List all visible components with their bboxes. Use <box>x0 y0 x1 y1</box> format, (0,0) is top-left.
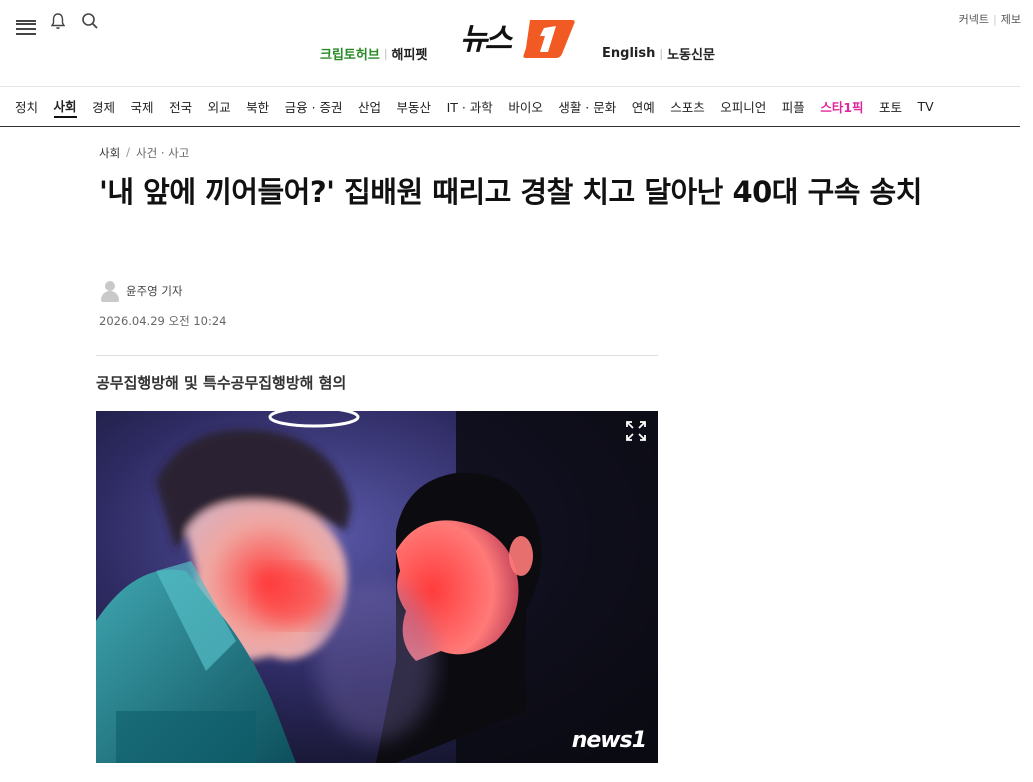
article-subtitle: 공무집행방해 및 특수공무집행방해 혐의 <box>96 374 347 392</box>
nav-item-star1pick[interactable]: 스타1픽 <box>820 97 863 116</box>
star1pick-label: 스타1픽 <box>820 100 864 115</box>
nav-item-photo[interactable]: 포토 <box>879 97 902 116</box>
nav-item-finance[interactable]: 금융 · 증권 <box>285 97 343 116</box>
divider <box>96 355 658 356</box>
publish-date: 2026.04.29 오전 10:24 <box>99 314 227 328</box>
bell-icon[interactable] <box>48 11 68 31</box>
link-rodong[interactable]: 노동신문 <box>667 44 715 63</box>
header-icons <box>16 11 100 35</box>
breadcrumb-subsection[interactable]: 사건 · 사고 <box>136 145 189 161</box>
news1-logo[interactable]: 뉴스 <box>460 14 576 62</box>
reporter-name[interactable]: 윤주영 기자 <box>126 283 183 299</box>
breadcrumb-section[interactable]: 사회 <box>99 145 120 161</box>
search-icon[interactable] <box>80 11 100 31</box>
link-report[interactable]: 제보 <box>1001 11 1021 27</box>
link-happypet[interactable]: 해피펫 <box>392 44 428 63</box>
link-english[interactable]: English <box>602 46 655 61</box>
category-nav: 정치 사회 경제 국제 전국 외교 북한 금융 · 증권 산업 부동산 IT ·… <box>0 86 1020 127</box>
menu-icon[interactable] <box>16 11 36 35</box>
breadcrumb-separator: / <box>126 145 131 159</box>
nav-item-society[interactable]: 사회 <box>53 96 77 118</box>
nav-item-opinion[interactable]: 오피니언 <box>720 97 766 116</box>
breadcrumb: 사회 / 사건 · 사고 <box>99 145 189 161</box>
link-cryptohub[interactable]: 크립토허브 <box>320 44 380 63</box>
byline: 윤주영 기자 <box>100 280 183 302</box>
reporter-avatar-icon <box>100 280 120 302</box>
nav-item-economy[interactable]: 경제 <box>92 97 115 116</box>
nav-item-tv[interactable]: TV <box>918 99 934 114</box>
nav-item-life-culture[interactable]: 생활 · 문화 <box>558 97 616 116</box>
nav-item-people[interactable]: 피플 <box>782 97 805 116</box>
nav-item-entertainment[interactable]: 연예 <box>632 97 655 116</box>
separator: | <box>383 47 388 60</box>
nav-item-diplomacy[interactable]: 외교 <box>208 97 231 116</box>
separator: | <box>659 47 664 60</box>
link-connect[interactable]: 커넥트 <box>959 11 989 27</box>
expand-icon[interactable] <box>624 419 648 443</box>
nav-item-regional[interactable]: 전국 <box>169 97 192 116</box>
nav-item-north-korea[interactable]: 북한 <box>246 97 269 116</box>
header-sub-links-right: English | 노동신문 <box>602 44 715 63</box>
header-util-links: 커넥트 | 제보 <box>959 11 1021 27</box>
article-title: '내 앞에 끼어들어?' 집배원 때리고 경찰 치고 달아난 40대 구속 송치 <box>99 175 922 209</box>
nav-item-industry[interactable]: 산업 <box>358 97 381 116</box>
watermark-text: news1 <box>571 728 647 753</box>
nav-item-politics[interactable]: 정치 <box>15 97 38 116</box>
news1-watermark: news1 <box>571 728 647 753</box>
nav-item-sports[interactable]: 스포츠 <box>670 97 705 116</box>
header-sub-links-left: 크립토허브 | 해피펫 <box>320 44 427 63</box>
nav-item-world[interactable]: 국제 <box>131 97 154 116</box>
nav-item-bio[interactable]: 바이오 <box>508 97 543 116</box>
svg-text:뉴스: 뉴스 <box>460 22 514 57</box>
site-header: 뉴스 크립토허브 | 해피펫 English | 노동신문 커넥트 | 제보 <box>0 0 1033 86</box>
nav-item-real-estate[interactable]: 부동산 <box>397 97 432 116</box>
separator: | <box>993 12 997 26</box>
article-illustration[interactable]: news1 <box>96 411 658 763</box>
nav-item-it-science[interactable]: IT · 과학 <box>447 97 493 116</box>
